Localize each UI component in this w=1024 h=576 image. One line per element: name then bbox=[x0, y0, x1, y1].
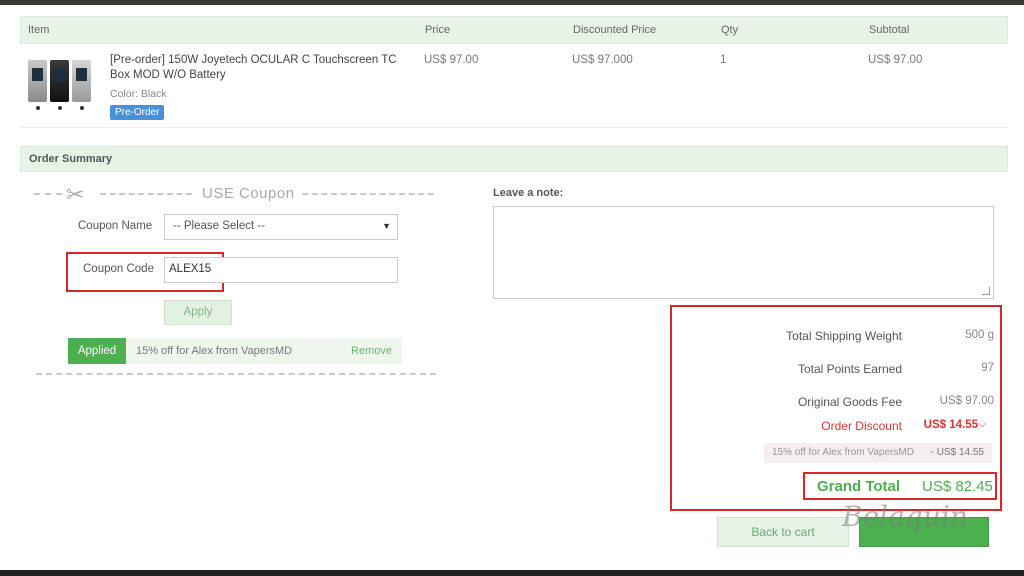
cart-table-header: Item Price Discounted Price Qty Subtotal bbox=[20, 16, 1008, 44]
back-to-cart-button[interactable]: Back to cart bbox=[717, 517, 849, 547]
note-label: Leave a note: bbox=[493, 187, 564, 199]
product-discounted-price: US$ 97.000 bbox=[572, 54, 633, 66]
applied-coupon-row: Applied 15% off for Alex from VapersMD R… bbox=[68, 338, 402, 364]
coupon-code-label: Coupon Code bbox=[83, 263, 154, 275]
resize-handle-icon[interactable] bbox=[982, 287, 990, 295]
coupon-name-select[interactable]: -- Please Select -- ▼ bbox=[164, 214, 398, 240]
dropdown-arrow-icon: ▼ bbox=[382, 221, 391, 231]
col-subtotal-header: Subtotal bbox=[869, 24, 910, 36]
col-discounted-price-header: Discounted Price bbox=[573, 24, 657, 36]
product-subtotal: US$ 97.00 bbox=[868, 54, 923, 66]
bottom-edge bbox=[0, 570, 1024, 576]
coupon-top-dashes-mid bbox=[100, 193, 192, 195]
cart-item-row: [Pre-order] 150W Joyetech OCULAR C Touch… bbox=[20, 44, 1008, 128]
coupon-name-selected: -- Please Select -- bbox=[173, 220, 266, 232]
points-earned-label: Total Points Earned bbox=[797, 362, 902, 376]
note-textarea[interactable] bbox=[493, 206, 994, 299]
product-image[interactable] bbox=[28, 60, 94, 116]
order-discount-value: US$ 14.55 bbox=[923, 419, 978, 431]
original-fee-value: US$ 97.00 bbox=[939, 395, 994, 407]
mod-black-image bbox=[50, 60, 69, 102]
original-fee-label: Original Goods Fee bbox=[797, 395, 902, 409]
coupon-top-dashes-left bbox=[34, 193, 62, 195]
preorder-badge: Pre-Order bbox=[110, 105, 165, 120]
mod-white-image bbox=[72, 60, 91, 102]
grand-total-value: US$ 82.45 bbox=[922, 478, 993, 495]
product-color: Color: Black bbox=[110, 88, 167, 100]
product-title-link[interactable]: [Pre-order] 150W Joyetech OCULAR C Touch… bbox=[110, 53, 410, 83]
use-coupon-heading: USE Coupon bbox=[202, 185, 295, 202]
remove-coupon-link[interactable]: Remove bbox=[351, 345, 392, 357]
applied-tag: Applied bbox=[68, 338, 126, 364]
col-item-header: Item bbox=[28, 24, 50, 36]
top-edge bbox=[0, 0, 1024, 5]
discount-detail-row: 15% off for Alex from VapersMD - US$ 14.… bbox=[764, 443, 992, 463]
col-qty-header: Qty bbox=[721, 24, 739, 36]
chevron-down-icon[interactable]: ⌵ bbox=[978, 418, 986, 431]
grand-total-label: Grand Total bbox=[817, 478, 901, 495]
discount-detail-amount: - US$ 14.55 bbox=[930, 447, 984, 458]
coupon-panel: ✂ USE Coupon Coupon Name -- Please Selec… bbox=[20, 172, 440, 562]
scissors-icon: ✂ bbox=[66, 182, 85, 207]
coupon-top-dashes-right bbox=[302, 193, 434, 195]
discount-detail-text: 15% off for Alex from VapersMD bbox=[772, 447, 914, 458]
points-earned-value: 97 bbox=[981, 362, 994, 374]
product-qty: 1 bbox=[720, 54, 727, 66]
coupon-code-input[interactable]: ALEX15 bbox=[164, 257, 398, 283]
applied-coupon-text: 15% off for Alex from VapersMD bbox=[136, 345, 293, 357]
shipping-weight-value: 500 g bbox=[965, 329, 994, 341]
coupon-bottom-dashes bbox=[36, 373, 436, 375]
apply-coupon-button[interactable]: Apply bbox=[164, 300, 232, 325]
product-price: US$ 97.00 bbox=[424, 54, 479, 66]
order-discount-label: Order Discount bbox=[821, 419, 902, 433]
order-summary-header: Order Summary bbox=[20, 146, 1008, 172]
mod-silver-image bbox=[28, 60, 47, 102]
order-summary-title: Order Summary bbox=[29, 153, 113, 165]
coupon-name-label: Coupon Name bbox=[78, 220, 153, 232]
shipping-weight-label: Total Shipping Weight bbox=[786, 329, 902, 343]
watermark-logo: Belaquin bbox=[842, 500, 968, 533]
col-price-header: Price bbox=[425, 24, 451, 36]
